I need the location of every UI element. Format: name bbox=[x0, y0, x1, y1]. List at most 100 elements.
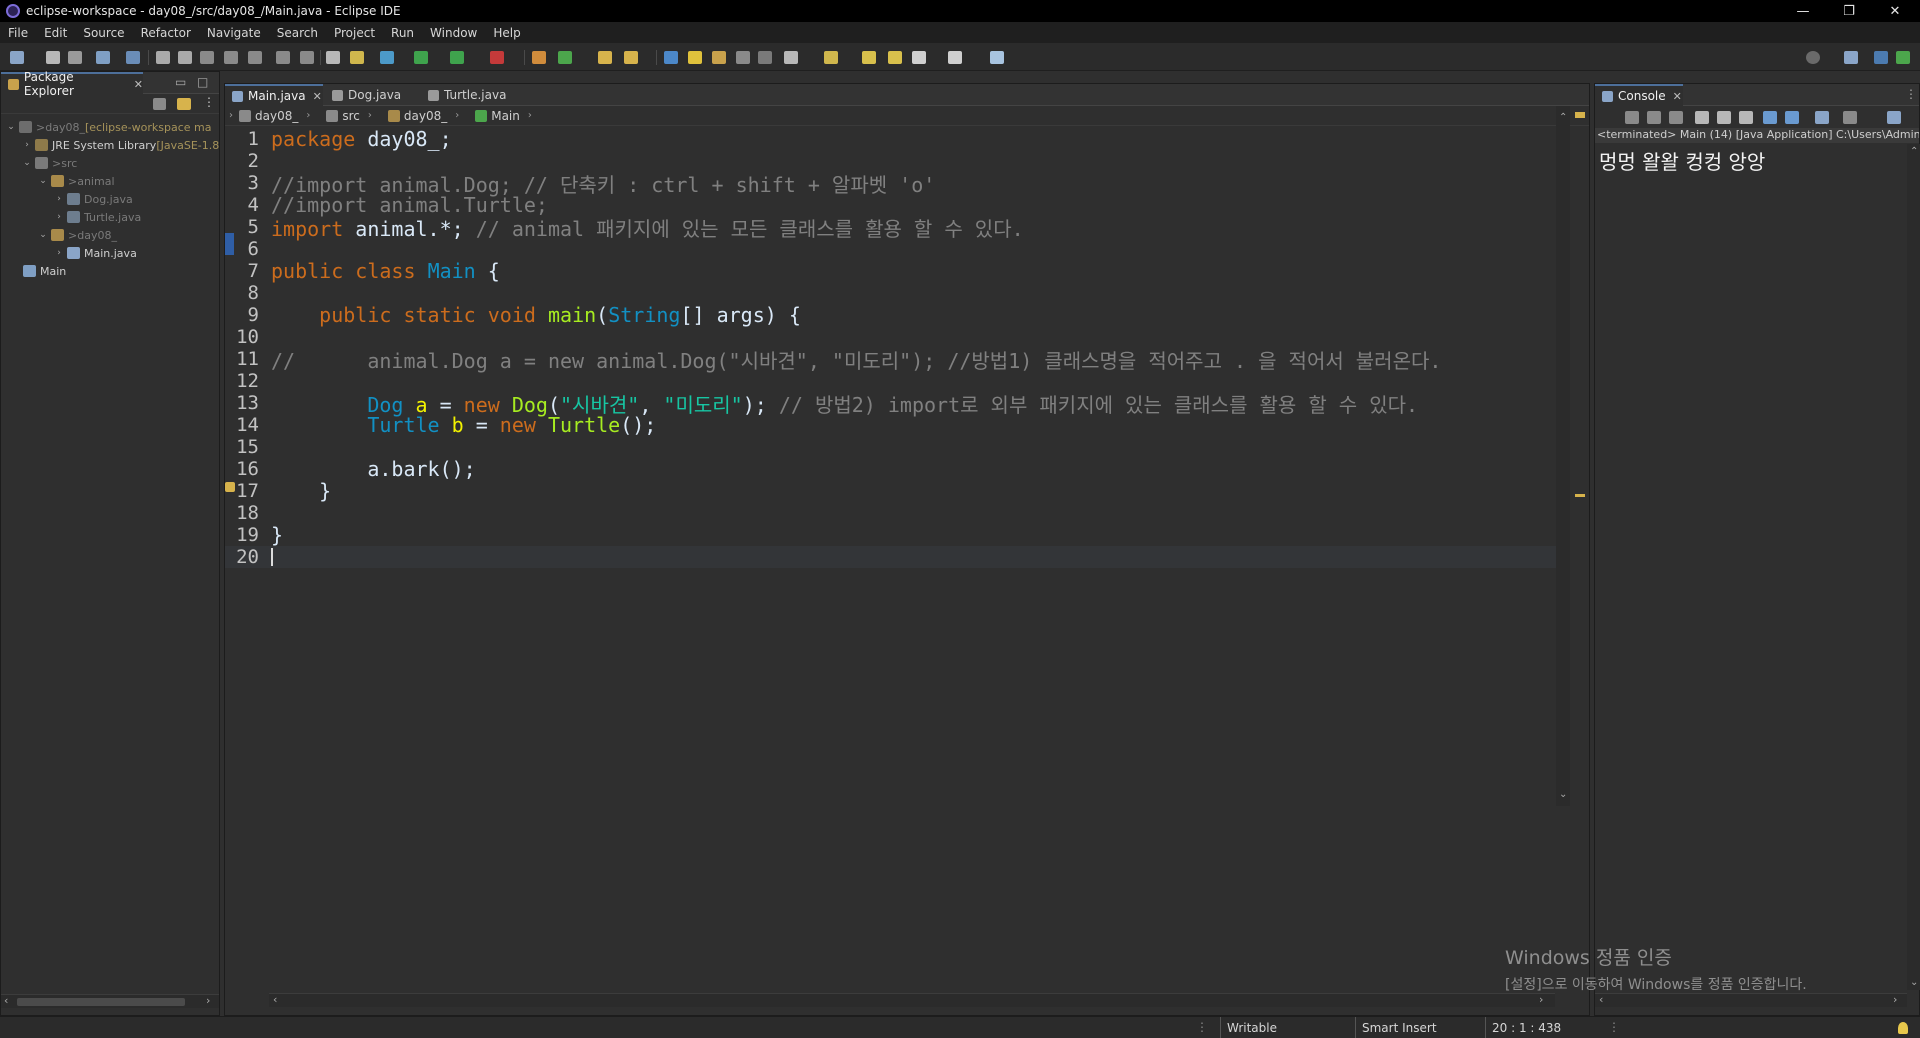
tree-item-src[interactable]: ⌄ > src bbox=[1, 154, 77, 172]
toggle-mark-occurrences-icon[interactable] bbox=[664, 51, 678, 64]
view-menu-icon[interactable]: ⋮ bbox=[203, 95, 215, 109]
minimize-button[interactable]: — bbox=[1780, 0, 1826, 22]
tree-item-main-java[interactable]: › Main.java bbox=[1, 244, 137, 262]
pilcrow-icon[interactable] bbox=[758, 51, 772, 64]
tree-item-package-animal[interactable]: ⌄ > animal bbox=[1, 172, 114, 190]
menu-file[interactable]: File bbox=[0, 26, 36, 40]
debug-perspective-icon[interactable] bbox=[1896, 51, 1910, 64]
overview-warning-marker[interactable] bbox=[1575, 112, 1585, 118]
suspend-icon[interactable] bbox=[178, 51, 192, 64]
scroll-left-icon[interactable]: ‹ bbox=[273, 993, 277, 1006]
scroll-up-icon[interactable]: ⌃ bbox=[1559, 112, 1567, 123]
menu-navigate[interactable]: Navigate bbox=[199, 26, 269, 40]
debug-icon[interactable] bbox=[380, 51, 394, 64]
run-icon[interactable] bbox=[414, 51, 428, 64]
display-console-icon[interactable] bbox=[1843, 111, 1857, 124]
code-line[interactable]: 18 bbox=[225, 502, 1570, 524]
last-edit-location-icon[interactable] bbox=[862, 51, 876, 64]
code-line[interactable]: 17 } bbox=[225, 479, 1570, 503]
coverage-icon[interactable] bbox=[450, 51, 464, 64]
scroll-right-icon[interactable]: › bbox=[1539, 993, 1543, 1006]
block-selection-icon[interactable] bbox=[712, 51, 726, 64]
tree-item-jre-library[interactable]: › JRE System Library [JavaSE-1.8 bbox=[1, 136, 219, 154]
new-icon[interactable] bbox=[10, 51, 24, 64]
scroll-thumb[interactable] bbox=[17, 998, 185, 1006]
close-icon[interactable]: ✕ bbox=[134, 78, 143, 91]
code-line[interactable]: 11// animal.Dog a = new animal.Dog("시바견"… bbox=[225, 348, 1570, 373]
forward-edit-icon[interactable] bbox=[888, 51, 902, 64]
open-type-icon[interactable] bbox=[326, 51, 340, 64]
console-vscrollbar[interactable]: ⌃ ⌄ bbox=[1907, 144, 1920, 990]
code-line[interactable]: 19} bbox=[225, 523, 1570, 547]
previous-annotation-icon[interactable] bbox=[824, 51, 838, 64]
explorer-hscrollbar[interactable]: ‹ › bbox=[1, 994, 219, 1008]
code-line[interactable]: 5 import animal.*; // animal 패키지에 있는 모든 클… bbox=[225, 216, 1570, 241]
tab-dog-java[interactable]: Dog.java bbox=[325, 84, 421, 106]
tab-main-java[interactable]: Main.java ✕ bbox=[225, 84, 323, 106]
menu-edit[interactable]: Edit bbox=[36, 26, 75, 40]
code-line[interactable]: 9 public static void main(String[] args)… bbox=[225, 303, 1570, 327]
code-line[interactable]: 20 bbox=[225, 546, 1570, 568]
new-console-icon[interactable] bbox=[1887, 111, 1901, 124]
code-area[interactable]: 1 package day08_; 2 3//import animal.Dog; /… bbox=[225, 127, 1570, 808]
code-line[interactable]: 1 package day08_; bbox=[225, 127, 1570, 151]
menu-run[interactable]: Run bbox=[383, 26, 422, 40]
console-hscrollbar[interactable]: ‹ › bbox=[1595, 993, 1907, 1007]
save-all-icon[interactable] bbox=[68, 51, 82, 64]
editor-hscrollbar[interactable]: ‹ › bbox=[269, 993, 1555, 1007]
tab-turtle-java[interactable]: Turtle.java bbox=[421, 84, 525, 106]
new-java-project-icon[interactable] bbox=[350, 51, 364, 64]
remove-launch-icon[interactable] bbox=[1647, 111, 1661, 124]
skip-breakpoints-icon[interactable] bbox=[126, 51, 140, 64]
resume-icon[interactable] bbox=[156, 51, 170, 64]
menu-source[interactable]: Source bbox=[75, 26, 132, 40]
code-line[interactable]: 14 Turtle b = new Turtle(); bbox=[225, 413, 1570, 437]
tree-item-package-day08[interactable]: ⌄ > day08_ bbox=[1, 226, 117, 244]
menu-window[interactable]: Window bbox=[422, 26, 485, 40]
maximize-panel-icon[interactable]: □ bbox=[197, 75, 208, 89]
menu-help[interactable]: Help bbox=[485, 26, 528, 40]
minimize-panel-icon[interactable]: ▭ bbox=[175, 75, 186, 89]
collapse-all-icon[interactable] bbox=[153, 98, 166, 110]
code-line[interactable]: 13 Dog a = new Dog("시바견", "미도리"); // 방법2… bbox=[225, 392, 1570, 417]
restore-button[interactable]: ❐ bbox=[1826, 0, 1872, 22]
menu-refactor[interactable]: Refactor bbox=[133, 26, 199, 40]
tree-item-dog-java[interactable]: › Dog.java bbox=[1, 190, 133, 208]
scroll-down-icon[interactable]: ⌄ bbox=[1910, 977, 1918, 988]
clear-console-icon[interactable] bbox=[1695, 111, 1709, 124]
show-on-output-icon[interactable] bbox=[1763, 111, 1777, 124]
code-line[interactable]: 3//import animal.Dog; // 단축키 : ctrl + sh… bbox=[225, 172, 1570, 197]
search-icon[interactable] bbox=[1806, 51, 1820, 64]
save-icon[interactable] bbox=[46, 51, 60, 64]
tab-console[interactable]: Console ✕ bbox=[1595, 84, 1683, 106]
breadcrumb-class[interactable]: Main › bbox=[469, 109, 532, 123]
breadcrumb-project[interactable]: day08_ › bbox=[233, 109, 310, 123]
tree-item-project[interactable]: ⌄ > day08_ [eclipse-workspace ma bbox=[1, 118, 211, 136]
menu-search[interactable]: Search bbox=[269, 26, 326, 40]
search-tool-icon[interactable] bbox=[624, 51, 638, 64]
step-into-icon[interactable] bbox=[224, 51, 238, 64]
status-insert-mode[interactable]: Smart Insert bbox=[1355, 1017, 1485, 1038]
new-package-icon[interactable] bbox=[532, 51, 546, 64]
back-arrow-icon[interactable] bbox=[912, 51, 926, 64]
open-perspective-icon[interactable] bbox=[1844, 51, 1858, 64]
show-on-error-icon[interactable] bbox=[1785, 111, 1799, 124]
scroll-left-icon[interactable]: ‹ bbox=[1599, 993, 1603, 1006]
show-whitespace-icon[interactable] bbox=[736, 51, 750, 64]
external-tools-icon[interactable] bbox=[490, 51, 504, 64]
link-with-editor-icon[interactable] bbox=[177, 98, 191, 110]
new-class-icon[interactable] bbox=[558, 51, 572, 64]
step-over-icon[interactable] bbox=[248, 51, 262, 64]
tree-item-main-folder[interactable]: Main bbox=[1, 262, 66, 280]
scroll-right-icon[interactable]: › bbox=[206, 994, 210, 1007]
drop-to-frame-icon[interactable] bbox=[300, 51, 314, 64]
editor-vscrollbar[interactable]: ⌃ ⌄ bbox=[1556, 106, 1570, 806]
terminate-icon[interactable] bbox=[1625, 111, 1639, 124]
tab-package-explorer[interactable]: Package Explorer ✕ bbox=[1, 70, 143, 98]
java-perspective-icon[interactable] bbox=[1874, 51, 1888, 64]
console-output[interactable]: 멍멍 왈왈 컹컹 앙앙 bbox=[1599, 146, 1765, 175]
scroll-left-icon[interactable]: ‹ bbox=[4, 994, 8, 1007]
next-annotation-icon[interactable] bbox=[784, 51, 798, 64]
forward-arrow-icon[interactable] bbox=[948, 51, 962, 64]
print-icon[interactable] bbox=[96, 51, 110, 64]
